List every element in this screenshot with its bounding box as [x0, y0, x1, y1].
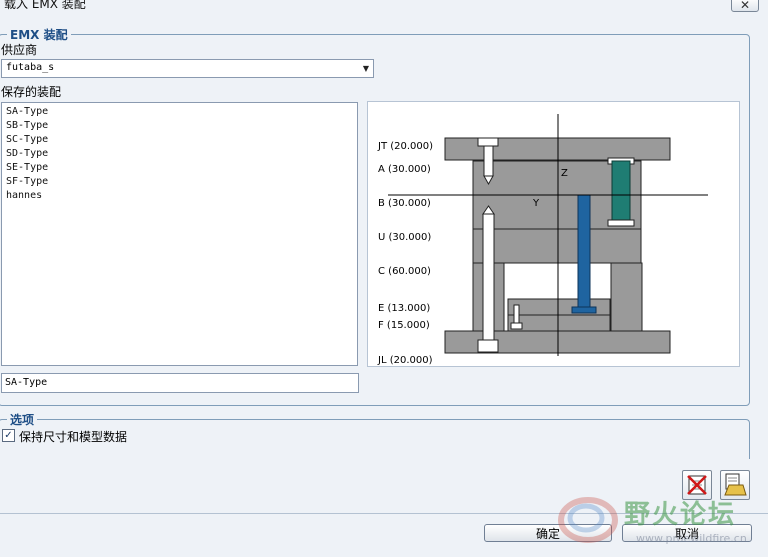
close-icon: ✕ — [739, 0, 751, 12]
plate-u — [472, 228, 642, 264]
options-group-legend: 选项 — [7, 411, 38, 428]
watermark-logo-icon — [558, 497, 618, 543]
list-item[interactable]: hannes — [6, 189, 353, 203]
mold-base-diagram: Z Y JT (20.000) A (30.000) B (30.000) U … — [377, 114, 708, 366]
saved-assemblies-label: 保存的装配 — [1, 85, 62, 99]
window-title: 载入 EMX 装配 — [4, 0, 86, 11]
plate-f — [507, 314, 611, 332]
guide-bushing — [607, 157, 635, 227]
supplier-label: 供应商 — [1, 43, 38, 57]
plate-label-u: U (30.000) — [378, 232, 431, 243]
chevron-down-icon[interactable]: ▼ — [359, 60, 373, 77]
y-axis-label: Y — [532, 198, 540, 209]
plate-label-jl: JL (20.000) — [377, 355, 433, 366]
watermark-text: 野火论坛 — [624, 500, 737, 530]
title-bar: 载入 EMX 装配 — [0, 0, 768, 14]
z-axis-label: Z — [561, 168, 568, 179]
plate-label-b: B (30.000) — [378, 198, 431, 209]
spacer-right — [610, 262, 643, 332]
list-item[interactable]: SE-Type — [6, 161, 353, 175]
watermark: 野火论坛 www.proewildfire.cn — [556, 488, 766, 554]
list-item[interactable]: SF-Type — [6, 175, 353, 189]
mold-base-preview: Z Y JT (20.000) A (30.000) B (30.000) U … — [367, 101, 740, 367]
keep-data-label: 保持尺寸和模型数据 — [19, 430, 128, 444]
assembly-name-input[interactable]: SA-Type — [1, 373, 359, 393]
watermark-url: www.proewildfire.cn — [636, 532, 747, 545]
list-item[interactable]: SB-Type — [6, 119, 353, 133]
supplier-select[interactable]: futaba_s — [1, 59, 374, 78]
saved-assemblies-list[interactable]: SA-Type SB-Type SC-Type SD-Type SE-Type … — [1, 102, 358, 366]
plate-label-c: C (60.000) — [378, 266, 431, 277]
list-item[interactable]: SA-Type — [6, 105, 353, 119]
close-button[interactable]: ✕ — [731, 0, 759, 12]
plate-label-e: E (13.000) — [378, 303, 430, 314]
list-item[interactable]: SD-Type — [6, 147, 353, 161]
list-item[interactable]: SC-Type — [6, 133, 353, 147]
plate-label-jt: JT (20.000) — [377, 141, 433, 152]
plate-label-a: A (30.000) — [378, 164, 431, 175]
keep-data-checkbox[interactable]: ✓ — [2, 429, 15, 442]
plate-label-f: F (15.000) — [378, 320, 430, 331]
